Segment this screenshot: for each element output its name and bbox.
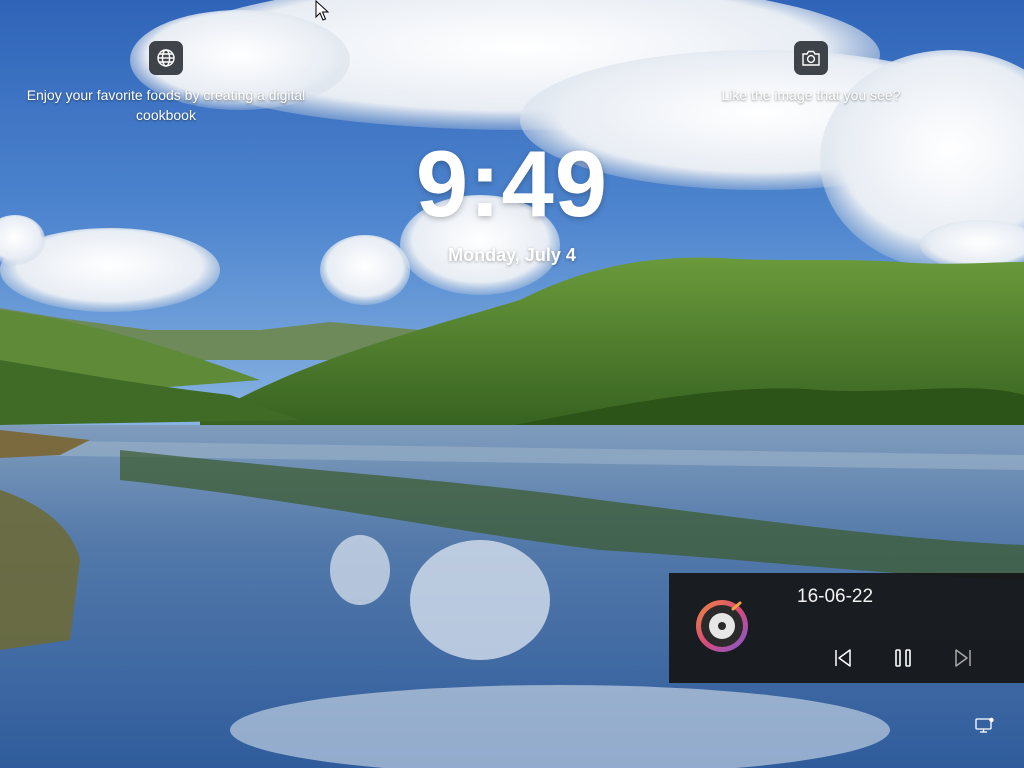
app-disc-icon — [693, 597, 751, 655]
mouse-cursor-icon — [315, 0, 329, 21]
media-controls-panel: 16-06-22 — [669, 573, 1024, 683]
spotlight-like-image[interactable]: Like the image that you see? — [671, 41, 951, 105]
media-title: 16-06-22 — [797, 586, 874, 607]
spotlight-like-text[interactable]: Like the image that you see? — [671, 85, 951, 105]
spotlight-tip-text[interactable]: Enjoy your favorite foods by creating a … — [26, 85, 306, 125]
lock-screen-date: Monday, July 4 — [448, 245, 576, 265]
camera-icon[interactable] — [794, 41, 828, 75]
next-icon[interactable] — [948, 645, 978, 671]
previous-icon[interactable] — [828, 645, 858, 671]
globe-icon[interactable] — [149, 41, 183, 75]
pause-icon[interactable] — [888, 645, 918, 671]
spotlight-tip-left[interactable]: Enjoy your favorite foods by creating a … — [26, 41, 306, 125]
network-icon[interactable] — [974, 716, 996, 736]
lock-screen-time: 9:49 — [415, 131, 609, 236]
